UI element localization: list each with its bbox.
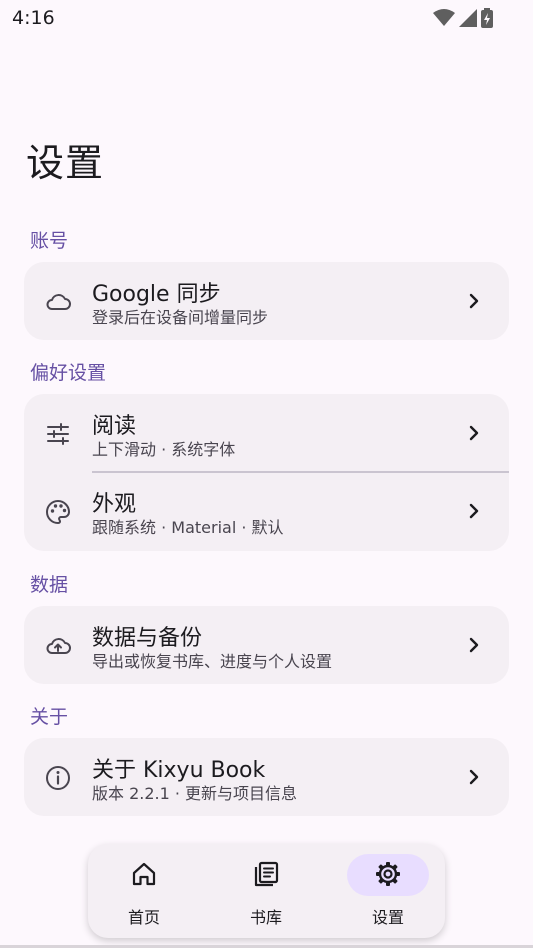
section-label-account: 账号	[30, 230, 69, 252]
row-subtitle: 导出或恢复书库、进度与个人设置	[92, 652, 333, 671]
status-time: 4:16	[12, 7, 55, 29]
settings-row-about[interactable]: 关于 Kixyu Book 版本 2.2.1 · 更新与项目信息	[24, 738, 509, 816]
row-subtitle: 跟随系统 · Material · 默认	[92, 518, 284, 537]
settings-row-google-sync[interactable]: Google 同步 登录后在设备间增量同步	[24, 262, 509, 340]
chevron-right-icon	[469, 293, 479, 309]
library-icon	[254, 861, 279, 887]
nav-label: 设置	[371, 908, 404, 927]
battery-charging-icon	[481, 8, 493, 28]
settings-row-data-backup[interactable]: 数据与备份 导出或恢复书库、进度与个人设置	[24, 606, 509, 684]
nav-label: 首页	[127, 908, 160, 927]
card-preferences: 阅读 上下滑动 · 系统字体 外观 跟随系统 · Material · 默认	[24, 394, 509, 551]
row-subtitle: 版本 2.2.1 · 更新与项目信息	[92, 784, 298, 803]
tune-sliders-icon	[47, 423, 69, 445]
chevron-right-icon	[469, 637, 479, 653]
cloud-upload-icon	[46, 638, 71, 654]
status-bar: 4:16	[0, 0, 533, 36]
nav-item-settings[interactable]: 设置	[338, 844, 438, 938]
section-label-data: 数据	[30, 574, 69, 596]
card-data: 数据与备份 导出或恢复书库、进度与个人设置	[24, 606, 509, 684]
nav-item-home[interactable]: 首页	[94, 844, 194, 938]
wifi-icon	[433, 9, 455, 26]
card-account: Google 同步 登录后在设备间增量同步	[24, 262, 509, 340]
section-label-about: 关于	[30, 706, 69, 728]
home-icon	[132, 862, 156, 886]
nav-label: 书库	[249, 908, 282, 927]
bottom-navigation: 首页 书库 设置	[88, 844, 445, 938]
info-icon	[46, 766, 70, 790]
chevron-right-icon	[469, 769, 479, 785]
gear-icon	[376, 862, 400, 886]
settings-row-appearance[interactable]: 外观 跟随系统 · Material · 默认	[24, 472, 509, 550]
nav-item-library[interactable]: 书库	[216, 844, 316, 938]
settings-row-reading[interactable]: 阅读 上下滑动 · 系统字体	[24, 394, 509, 472]
chevron-right-icon	[469, 503, 479, 519]
cloud-icon	[46, 294, 71, 310]
card-about: 关于 Kixyu Book 版本 2.2.1 · 更新与项目信息	[24, 738, 509, 816]
row-subtitle: 上下滑动 · 系统字体	[92, 440, 236, 459]
status-icons	[433, 8, 493, 28]
chevron-right-icon	[469, 425, 479, 441]
section-label-preferences: 偏好设置	[30, 362, 107, 384]
page-title: 设置	[26, 141, 105, 185]
palette-icon	[46, 500, 70, 524]
row-subtitle: 登录后在设备间增量同步	[92, 308, 269, 327]
cell-signal-icon	[459, 9, 477, 27]
